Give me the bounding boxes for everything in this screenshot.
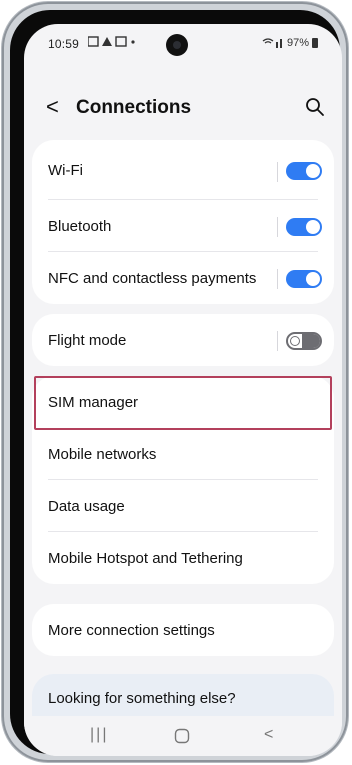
suggestion-label: Looking for something else? (48, 690, 236, 707)
header: < Connections (24, 84, 342, 132)
search-icon[interactable] (304, 96, 326, 118)
flight-mode-toggle[interactable] (286, 332, 322, 350)
vertical-separator (277, 269, 278, 289)
battery-percent: 97% (286, 37, 309, 49)
suggestion-card[interactable]: Looking for something else? (32, 674, 334, 722)
home-button[interactable] (174, 728, 190, 744)
phone-frame: 10:59 97% < Connections Wi-Fi Bluetooth … (2, 2, 348, 762)
row-label: Flight mode (48, 331, 127, 349)
vertical-separator (277, 331, 278, 351)
status-bar: 10:59 97% (24, 24, 342, 64)
bluetooth-toggle[interactable] (286, 218, 322, 236)
card-flight-mode: Flight mode (32, 314, 334, 366)
status-right: 97% (262, 37, 318, 49)
row-flight-mode[interactable]: Flight mode (32, 314, 334, 366)
screen: 10:59 97% < Connections Wi-Fi Bluetooth … (24, 24, 342, 756)
vertical-separator (277, 162, 278, 182)
vertical-separator (277, 217, 278, 237)
wifi-signal-icon (262, 38, 282, 48)
recents-button[interactable]: ||| (90, 726, 108, 744)
wifi-toggle[interactable] (286, 162, 322, 180)
card-network-toggles: Wi-Fi Bluetooth NFC and contactless paym… (32, 140, 334, 304)
row-data-usage[interactable]: Data usage (32, 480, 334, 532)
card-more-settings: More connection settings (32, 604, 334, 656)
row-bluetooth[interactable]: Bluetooth (32, 200, 334, 252)
toggle-track-fill (302, 334, 320, 348)
toggle-knob (306, 220, 320, 234)
row-label: Bluetooth (48, 217, 112, 235)
row-label: NFC and contactless payments (48, 269, 257, 287)
selection-highlight (34, 376, 332, 430)
row-more-connection-settings[interactable]: More connection settings (32, 604, 334, 656)
front-camera (166, 34, 188, 56)
notification-icons-svg (87, 36, 135, 47)
page-title: Connections (76, 97, 192, 118)
toggle-knob (290, 336, 300, 346)
toggle-knob (306, 164, 320, 178)
row-label: More connection settings (48, 621, 215, 639)
back-button[interactable]: < (46, 94, 59, 120)
nav-back-button[interactable]: < (264, 726, 273, 744)
status-time: 10:59 (48, 37, 80, 51)
phone-bezel: 10:59 97% < Connections Wi-Fi Bluetooth … (10, 10, 342, 756)
row-nfc[interactable]: NFC and contactless payments (32, 252, 334, 304)
row-label: Mobile Hotspot and Tethering (48, 549, 243, 567)
row-wifi[interactable]: Wi-Fi (32, 140, 334, 200)
nfc-toggle[interactable] (286, 270, 322, 288)
row-label: Mobile networks (48, 445, 157, 463)
row-mobile-networks[interactable]: Mobile networks (32, 428, 334, 480)
row-label: Wi-Fi (48, 161, 83, 179)
toggle-knob (306, 272, 320, 286)
battery-icon (312, 38, 318, 48)
notification-icons (87, 36, 144, 51)
row-label: Data usage (48, 497, 125, 515)
navigation-bar: ||| < (24, 716, 342, 756)
row-mobile-hotspot[interactable]: Mobile Hotspot and Tethering (32, 532, 334, 584)
